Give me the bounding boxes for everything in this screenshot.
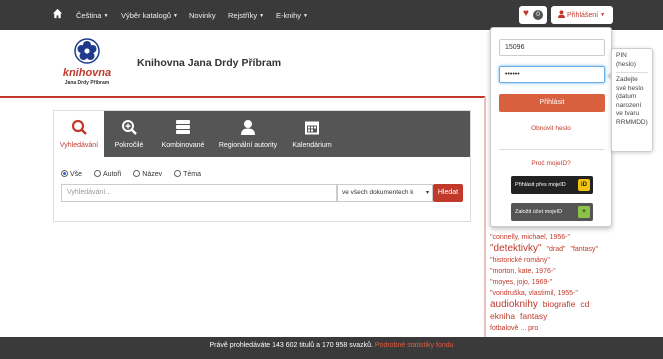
username-field[interactable]: 15096 (499, 39, 605, 56)
tab-search[interactable]: Vyhledávání (54, 111, 104, 157)
radio-subject[interactable]: Téma (174, 170, 206, 178)
tab-label: Vyhledávání (59, 142, 99, 149)
radio-icon (133, 170, 141, 177)
logo-subtitle: Jana Drdy Příbram (64, 80, 110, 86)
caret-down-icon: ▼ (600, 12, 606, 18)
home-icon[interactable] (52, 8, 63, 19)
search-scope-select[interactable]: ve všech dokumentech k ▾ (337, 184, 433, 202)
nav-ebooks[interactable]: E-knihy ▼ (276, 11, 308, 20)
caret-down-icon: ▼ (103, 13, 109, 19)
heart-icon: ♥ (523, 8, 529, 19)
tab-label: Kombinované (161, 142, 205, 149)
server-icon (176, 120, 190, 134)
zoom-in-icon (122, 120, 137, 135)
tab-combined[interactable]: Kombinované (154, 111, 212, 157)
tag-link[interactable]: audioknihy (490, 299, 538, 310)
login-button[interactable]: Přihlásit (499, 94, 605, 112)
user-icon (241, 120, 255, 135)
mojeid-add-icon: + (578, 206, 590, 218)
user-icon (558, 10, 565, 18)
tag-link[interactable]: "historické romány" (490, 257, 550, 264)
dropdown-divider (499, 149, 605, 150)
sidebar-divider (484, 97, 486, 337)
tab-regional-authorities[interactable]: Regionální autority (212, 111, 284, 157)
radio-selected-icon (61, 170, 68, 177)
search-tabs: Vyhledávání Pokročilé Kombinované Region… (54, 111, 470, 157)
header-divider (0, 96, 485, 98)
footer-stats-text: Právě prohledáváte 143 602 titulů a 170 … (209, 342, 373, 349)
caret-down-icon: ▼ (259, 13, 265, 19)
login-mojeid-button[interactable]: Přihlásit přes mojeID iD (511, 176, 593, 194)
caret-down-icon: ▼ (173, 13, 178, 19)
mojeid-icon: iD (578, 179, 590, 191)
logo-wordmark: knihovna (62, 67, 112, 79)
nav-language[interactable]: Čeština ▼ (76, 11, 108, 20)
calendar-icon (305, 121, 319, 135)
tab-label: Kalendárium (292, 142, 332, 149)
tag-link[interactable]: biografie (543, 299, 576, 309)
site-title: Knihovna Jana Drdy Příbram (137, 57, 282, 69)
tab-label: Regionální autority (218, 142, 278, 149)
tab-advanced[interactable]: Pokročilé (104, 111, 154, 157)
tag-link[interactable]: "connelly, michael, 1956-" (490, 234, 570, 241)
footer-stats-link[interactable]: Podrobné statistiky fondu (375, 342, 454, 349)
radio-icon (94, 170, 102, 177)
tag-cloud: "connelly, michael, 1956-" "detektivky" … (490, 232, 602, 334)
tag-link[interactable]: "morton, kate, 1976-" (490, 268, 556, 275)
chevron-down-icon: ▾ (425, 190, 429, 196)
favorites-count-badge: 0 (533, 10, 543, 20)
tooltip-body: Zadejte své heslo (datum narození ve tva… (616, 76, 648, 126)
tag-link[interactable]: cd (580, 299, 589, 309)
tooltip-title: PIN (heslo) (616, 52, 648, 73)
search-field-radios: Vše Autoři Název Téma (61, 170, 211, 178)
tab-calendar[interactable]: Kalendárium (284, 111, 340, 157)
tag-link[interactable]: fotbalově ... pro (490, 325, 538, 332)
tag-link[interactable]: "drad" (547, 246, 566, 253)
radio-authors[interactable]: Autoři (94, 170, 126, 178)
tag-link[interactable]: "fantasy" (570, 246, 598, 253)
nav-indexes[interactable]: Rejstříky ▼ (228, 11, 264, 20)
search-panel: Vyhledávání Pokročilé Kombinované Region… (53, 110, 471, 222)
login-dropdown: 15096 •••••• Přihlásit Obnovit heslo Pro… (490, 27, 612, 227)
favorites-button[interactable]: ♥ 0 (519, 6, 547, 24)
radio-icon (174, 170, 182, 177)
footer-bar: Právě prohledáváte 143 602 titulů a 170 … (0, 337, 663, 359)
create-mojeid-button[interactable]: Založit účet mojeID + (511, 203, 593, 221)
renew-password-link[interactable]: Obnovit heslo (491, 125, 611, 132)
radio-all[interactable]: Vše (61, 170, 87, 178)
tag-link[interactable]: "vondruška, vlastimil, 1955-" (490, 290, 578, 297)
tag-link[interactable]: fantasy (520, 311, 547, 321)
search-icon (71, 119, 87, 135)
nav-news[interactable]: Novinky (189, 11, 216, 20)
tag-link[interactable]: "detektivky" (490, 243, 542, 254)
why-mojeid-link[interactable]: Proč mojeID? (491, 160, 611, 167)
top-navbar: Čeština ▼ Výběr katalogů ▼ Novinky Rejstří… (0, 0, 663, 30)
login-dropdown-toggle[interactable]: Přihlášení ▼ (551, 6, 613, 24)
tag-link[interactable]: ekniha (490, 311, 515, 321)
search-input[interactable]: Vyhledávání... (61, 184, 337, 202)
caret-down-icon: ▼ (303, 13, 308, 19)
search-button[interactable]: Hledat (433, 184, 463, 202)
radio-title[interactable]: Název (133, 170, 167, 178)
tag-link[interactable]: "moyes, jojo, 1969-" (490, 279, 552, 286)
nav-catalog-select[interactable]: Výběr katalogů ▼ (121, 11, 178, 20)
password-field[interactable]: •••••• (499, 66, 605, 83)
tab-label: Pokročilé (114, 142, 144, 149)
password-tooltip: PIN (heslo) Zadejte své heslo (datum nar… (607, 48, 653, 152)
